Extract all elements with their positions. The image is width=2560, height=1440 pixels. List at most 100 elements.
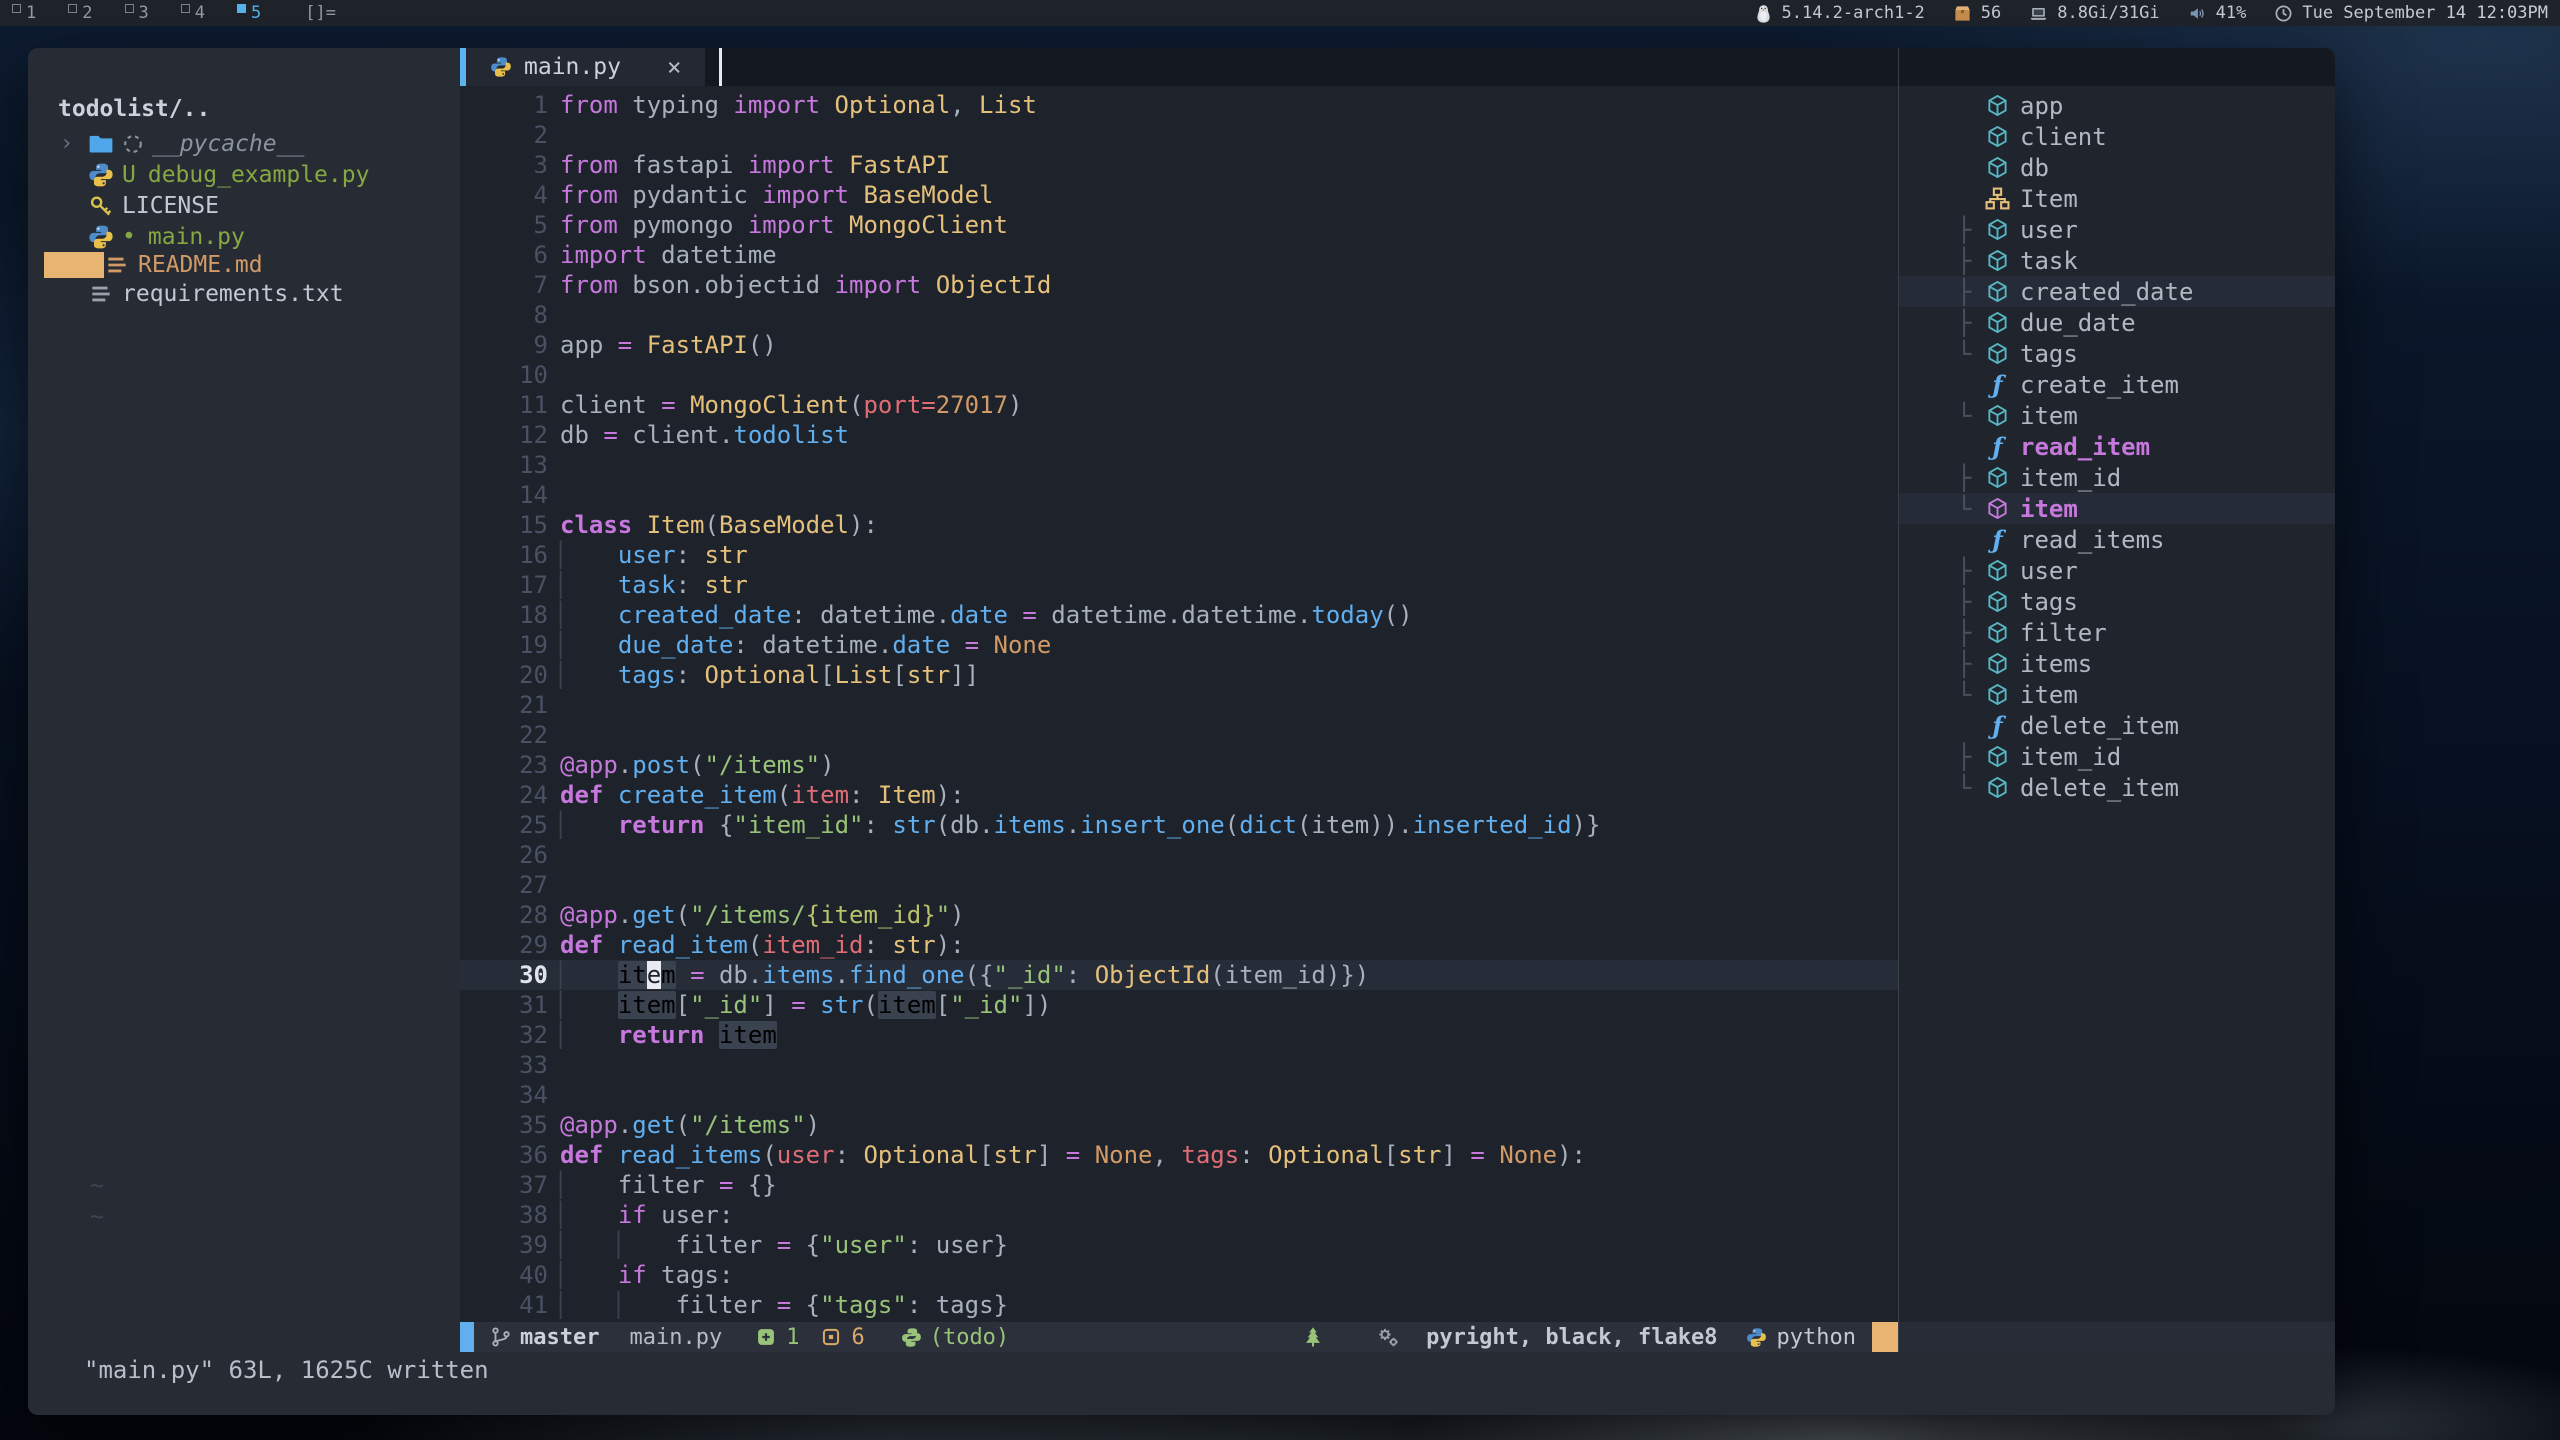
code-line-7[interactable]: 7from bson.objectid import ObjectId	[460, 270, 1898, 300]
symbol-label: Item	[2020, 185, 2078, 213]
code-line-17[interactable]: 17▏ task: str	[460, 570, 1898, 600]
code-line-33[interactable]: 33	[460, 1050, 1898, 1080]
line-text: from pydantic import BaseModel	[548, 181, 994, 209]
code-line-27[interactable]: 27	[460, 870, 1898, 900]
symbol-items[interactable]: ├items	[1899, 648, 2335, 679]
code-line-23[interactable]: 23@app.post("/items")	[460, 750, 1898, 780]
bar-module-package[interactable]: 56	[1953, 3, 2001, 23]
code-line-14[interactable]: 14	[460, 480, 1898, 510]
symbol-user[interactable]: ├user	[1899, 214, 2335, 245]
symbol-app[interactable]: app	[1899, 90, 2335, 121]
code-line-3[interactable]: 3from fastapi import FastAPI	[460, 150, 1898, 180]
workspace-button-5[interactable]: 5	[235, 3, 265, 23]
symbol-Item[interactable]: Item	[1899, 183, 2335, 214]
code-line-41[interactable]: 41▏ ▏ filter = {"tags": tags}	[460, 1290, 1898, 1320]
code-line-40[interactable]: 40▏ if tags:	[460, 1260, 1898, 1290]
symbol-label: tags	[2020, 588, 2078, 616]
bar-module-memory[interactable]: 8.8Gi/31Gi	[2029, 3, 2159, 23]
code-line-6[interactable]: 6import datetime	[460, 240, 1898, 270]
file-row-__pycache__[interactable]: ›__pycache__	[28, 128, 460, 159]
code-area[interactable]: 1from typing import Optional, List23from…	[460, 86, 1898, 1322]
code-line-22[interactable]: 22	[460, 720, 1898, 750]
code-line-37[interactable]: 37▏ filter = {}	[460, 1170, 1898, 1200]
symbol-task[interactable]: ├task	[1899, 245, 2335, 276]
code-line-15[interactable]: 15class Item(BaseModel):	[460, 510, 1898, 540]
code-line-1[interactable]: 1from typing import Optional, List	[460, 90, 1898, 120]
code-line-35[interactable]: 35@app.get("/items")	[460, 1110, 1898, 1140]
code-line-29[interactable]: 29def read_item(item_id: str):	[460, 930, 1898, 960]
code-line-4[interactable]: 4from pydantic import BaseModel	[460, 180, 1898, 210]
code-line-9[interactable]: 9app = FastAPI()	[460, 330, 1898, 360]
code-line-24[interactable]: 24def create_item(item: Item):	[460, 780, 1898, 810]
symbol-due_date[interactable]: ├due_date	[1899, 307, 2335, 338]
command-line[interactable]: "main.py" 63L, 1625C written	[28, 1352, 2335, 1415]
code-line-28[interactable]: 28@app.get("/items/{item_id}")	[460, 900, 1898, 930]
symbol-create_item[interactable]: ƒcreate_item	[1899, 369, 2335, 400]
code-line-5[interactable]: 5from pymongo import MongoClient	[460, 210, 1898, 240]
workspace-button-3[interactable]: 3	[123, 3, 153, 23]
symbol-item[interactable]: └item	[1899, 493, 2335, 524]
code-line-34[interactable]: 34	[460, 1080, 1898, 1110]
symbol-item_id[interactable]: ├item_id	[1899, 741, 2335, 772]
line-number: 19	[460, 630, 548, 660]
line-text: from fastapi import FastAPI	[548, 151, 950, 179]
token	[574, 601, 617, 629]
code-line-31[interactable]: 31▏ item["_id"] = str(item["_id"])	[460, 990, 1898, 1020]
line-text: def read_item(item_id: str):	[548, 931, 965, 959]
symbol-label: tags	[2020, 340, 2078, 368]
symbol-item[interactable]: └item	[1899, 400, 2335, 431]
memory-icon	[2029, 4, 2048, 23]
symbols-outline: appclientdbItem├user├task├created_date├d…	[1898, 48, 2335, 1322]
code-line-36[interactable]: 36def read_items(user: Optional[str] = N…	[460, 1140, 1898, 1170]
code-line-12[interactable]: 12db = client.todolist	[460, 420, 1898, 450]
code-line-20[interactable]: 20▏ tags: Optional[List[str]]	[460, 660, 1898, 690]
bar-module-penguin[interactable]: 5.14.2-arch1-2	[1754, 3, 1925, 23]
file-row-README.md[interactable]: README.md	[44, 252, 104, 278]
tab-close-icon[interactable]: ×	[667, 53, 681, 81]
symbol-read_items[interactable]: ƒread_items	[1899, 524, 2335, 555]
code-line-11[interactable]: 11client = MongoClient(port=27017)	[460, 390, 1898, 420]
code-line-18[interactable]: 18▏ created_date: datetime.date = dateti…	[460, 600, 1898, 630]
code-line-16[interactable]: 16▏ user: str	[460, 540, 1898, 570]
code-line-38[interactable]: 38▏ if user:	[460, 1200, 1898, 1230]
symbol-item_id[interactable]: ├item_id	[1899, 462, 2335, 493]
tab-main-py[interactable]: main.py ×	[466, 48, 705, 86]
code-line-2[interactable]: 2	[460, 120, 1898, 150]
explorer-root-header[interactable]: todolist/..	[28, 96, 460, 128]
file-row-requirements.txt[interactable]: requirements.txt	[28, 278, 460, 309]
workspace-button-2[interactable]: 2	[66, 3, 96, 23]
symbol-client[interactable]: client	[1899, 121, 2335, 152]
workspace-button-1[interactable]: 1	[10, 3, 40, 23]
code-line-13[interactable]: 13	[460, 450, 1898, 480]
line-number: 32	[460, 1020, 548, 1050]
bar-module-clock[interactable]: Tue September 14 12:03PM	[2274, 3, 2548, 23]
workspace-button-4[interactable]: 4	[179, 3, 209, 23]
symbol-user[interactable]: ├user	[1899, 555, 2335, 586]
symbol-delete_item[interactable]: ƒdelete_item	[1899, 710, 2335, 741]
symbol-read_item[interactable]: ƒread_item	[1899, 431, 2335, 462]
symbol-filter[interactable]: ├filter	[1899, 617, 2335, 648]
file-row-main.py[interactable]: •main.py	[28, 221, 460, 252]
code-line-21[interactable]: 21	[460, 690, 1898, 720]
code-line-26[interactable]: 26	[460, 840, 1898, 870]
chevron-right-icon[interactable]: ›	[60, 131, 73, 156]
symbol-tags[interactable]: ├tags	[1899, 586, 2335, 617]
file-row-debug_example.py[interactable]: Udebug_example.py	[28, 159, 460, 190]
code-line-39[interactable]: 39▏ ▏ filter = {"user": user}	[460, 1230, 1898, 1260]
code-line-25[interactable]: 25▏ return {"item_id": str(db.items.inse…	[460, 810, 1898, 840]
symbol-created_date[interactable]: ├created_date	[1899, 276, 2335, 307]
symbol-db[interactable]: db	[1899, 152, 2335, 183]
code-line-19[interactable]: 19▏ due_date: datetime.date = None	[460, 630, 1898, 660]
bar-module-volume[interactable]: 41%	[2188, 3, 2247, 23]
cursor-block: e	[647, 961, 661, 989]
code-line-30[interactable]: 30▏ item = db.items.find_one({"_id": Obj…	[460, 960, 1898, 990]
line-text: ▏ return {"item_id": str(db.items.insert…	[548, 811, 1600, 839]
symbol-item[interactable]: └item	[1899, 679, 2335, 710]
line-number: 5	[460, 210, 548, 240]
symbol-delete_item[interactable]: └delete_item	[1899, 772, 2335, 803]
symbol-tags[interactable]: └tags	[1899, 338, 2335, 369]
code-line-10[interactable]: 10	[460, 360, 1898, 390]
code-line-32[interactable]: 32▏ return item	[460, 1020, 1898, 1050]
code-line-8[interactable]: 8	[460, 300, 1898, 330]
file-row-LICENSE[interactable]: LICENSE	[28, 190, 460, 221]
